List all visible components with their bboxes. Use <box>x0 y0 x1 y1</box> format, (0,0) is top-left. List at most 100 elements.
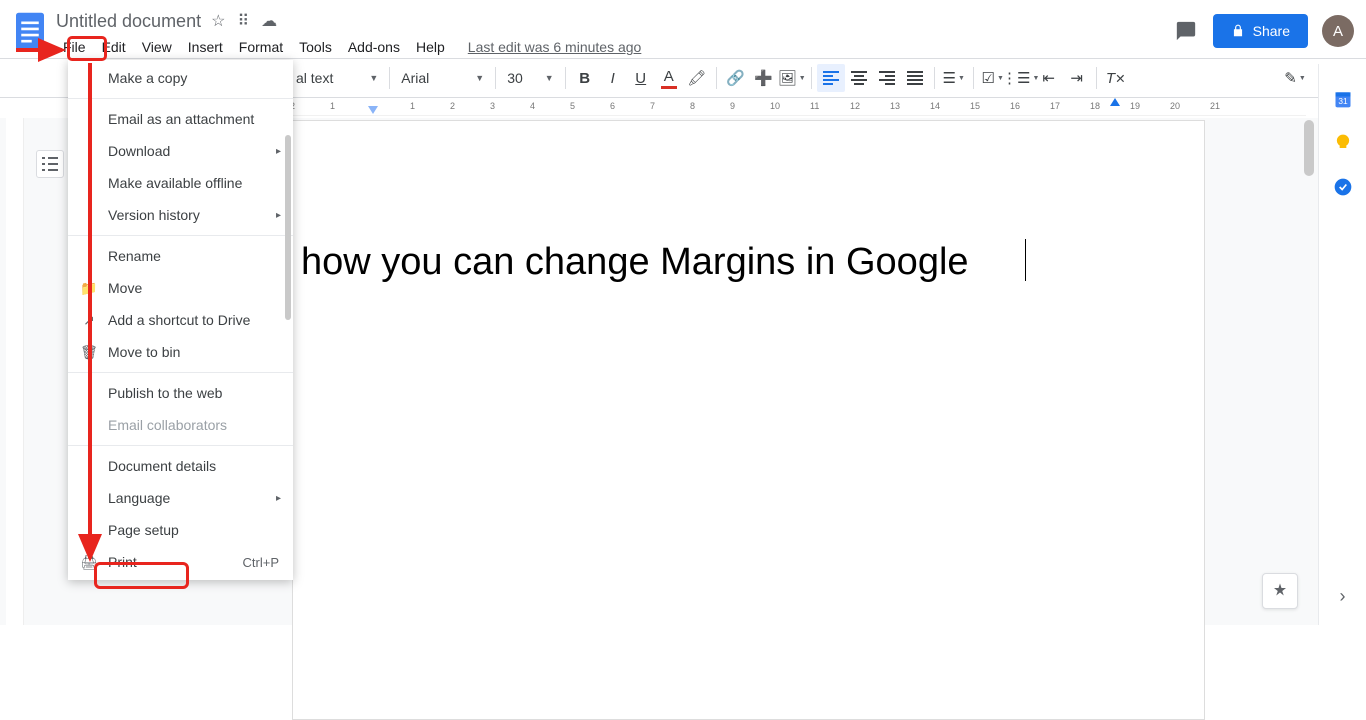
decrease-indent-button[interactable]: ⇤ <box>1035 64 1063 92</box>
docs-logo-icon[interactable] <box>12 8 48 56</box>
separator <box>973 67 974 89</box>
menu-shortcut: Ctrl+P <box>243 555 279 570</box>
bulleted-list-button[interactable]: ⋮☰ <box>1007 64 1035 92</box>
share-button[interactable]: Share <box>1213 14 1308 48</box>
header-right: Share A <box>1173 8 1354 48</box>
trash-icon: 🗑 <box>80 344 98 361</box>
separator <box>1096 67 1097 89</box>
keep-icon[interactable] <box>1332 132 1354 154</box>
align-left-button[interactable] <box>817 64 845 92</box>
file-menu-email-as-an-attachment[interactable]: Email as an attachment <box>68 103 293 135</box>
separator <box>565 67 566 89</box>
menu-separator <box>68 445 293 446</box>
menu-insert[interactable]: Insert <box>181 36 230 58</box>
submenu-arrow-icon: ▸ <box>276 210 281 221</box>
shortcut-icon: ↗ <box>80 312 98 329</box>
file-menu-language[interactable]: Language▸ <box>68 482 293 514</box>
file-menu-move-to-bin[interactable]: 🗑 Move to bin <box>68 336 293 368</box>
calendar-icon[interactable]: 31 <box>1332 88 1354 110</box>
separator <box>934 67 935 89</box>
text-cursor <box>1025 239 1026 281</box>
folder-icon: 📁 <box>80 280 98 297</box>
file-menu-rename[interactable]: Rename <box>68 240 293 272</box>
insert-image-button[interactable]: 🖼 <box>778 64 806 92</box>
file-menu-print[interactable]: 🖨PrintCtrl+P <box>68 546 293 578</box>
separator <box>389 67 390 89</box>
file-menu-make-available-offline[interactable]: Make available offline <box>68 167 293 199</box>
file-menu-move[interactable]: 📁 Move <box>68 272 293 304</box>
side-panel: 31 › <box>1318 64 1366 625</box>
menu-item-label: Move <box>108 280 142 296</box>
open-comments-icon[interactable] <box>1173 18 1199 44</box>
italic-button[interactable]: I <box>599 64 627 92</box>
move-icon[interactable]: ⠿ <box>237 11 249 31</box>
document-title[interactable]: Untitled document <box>56 11 201 32</box>
account-avatar[interactable]: A <box>1322 15 1354 47</box>
menu-file[interactable]: File <box>56 36 93 58</box>
last-edit-link[interactable]: Last edit was 6 minutes ago <box>468 39 642 55</box>
share-label: Share <box>1253 23 1290 39</box>
underline-button[interactable]: U <box>627 64 655 92</box>
file-menu-document-details[interactable]: Document details <box>68 450 293 482</box>
menu-separator <box>68 235 293 236</box>
highlight-button[interactable]: 🖍 <box>683 64 711 92</box>
editing-mode-button[interactable]: ✎ <box>1281 64 1309 92</box>
horizontal-ruler[interactable]: 21123456789101112131415161718192021 <box>290 98 1306 116</box>
separator <box>811 67 812 89</box>
star-icon[interactable]: ☆ <box>211 11 225 31</box>
menu-item-label: Add a shortcut to Drive <box>108 312 250 328</box>
menu-item-label: Make available offline <box>108 175 242 191</box>
explore-button[interactable] <box>1262 573 1298 609</box>
side-panel-collapse-icon[interactable]: › <box>1340 586 1346 607</box>
file-menu-publish-to-the-web[interactable]: Publish to the web <box>68 377 293 409</box>
insert-comment-button[interactable]: ➕ <box>750 64 778 92</box>
submenu-arrow-icon: ▸ <box>276 146 281 157</box>
file-menu-dropdown: Make a copyEmail as an attachmentDownloa… <box>68 60 293 580</box>
menu-separator <box>68 98 293 99</box>
menu-item-label: Move to bin <box>108 344 180 360</box>
document-page[interactable]: how you can change Margins in Google <box>292 120 1205 720</box>
file-menu-version-history[interactable]: Version history▸ <box>68 199 293 231</box>
submenu-arrow-icon: ▸ <box>276 493 281 504</box>
tasks-icon[interactable] <box>1332 176 1354 198</box>
menu-format[interactable]: Format <box>232 36 290 58</box>
document-outline-icon[interactable] <box>36 150 64 178</box>
menu-item-label: Download <box>108 143 170 159</box>
increase-indent-button[interactable]: ⇥ <box>1063 64 1091 92</box>
line-spacing-button[interactable]: ☰ <box>940 64 968 92</box>
align-center-button[interactable] <box>845 64 873 92</box>
text-color-button[interactable]: A <box>655 64 683 92</box>
app-header: Untitled document ☆ ⠿ ☁ File Edit View I… <box>0 0 1366 58</box>
align-justify-button[interactable] <box>901 64 929 92</box>
font-family-dropdown[interactable]: Arial▼ <box>395 66 490 90</box>
page-body-text[interactable]: how you can change Margins in Google <box>301 241 969 284</box>
paragraph-style-dropdown[interactable]: al text▼ <box>290 66 384 90</box>
bold-button[interactable]: B <box>571 64 599 92</box>
file-menu-add-a-shortcut-to-drive[interactable]: ↗ Add a shortcut to Drive <box>68 304 293 336</box>
file-menu-make-a-copy[interactable]: Make a copy <box>68 62 293 94</box>
cloud-status-icon[interactable]: ☁ <box>261 11 277 31</box>
font-size-input[interactable]: 30▼ <box>501 66 560 90</box>
align-right-button[interactable] <box>873 64 901 92</box>
menu-item-label: Email collaborators <box>108 417 227 433</box>
menu-item-label: Rename <box>108 248 161 264</box>
separator <box>716 67 717 89</box>
file-menu-email-collaborators: Email collaborators <box>68 409 293 441</box>
menu-separator <box>68 372 293 373</box>
menu-item-label: Page setup <box>108 522 179 538</box>
insert-link-button[interactable]: 🔗 <box>722 64 750 92</box>
menu-addons[interactable]: Add-ons <box>341 36 407 58</box>
file-menu-page-setup[interactable]: Page setup <box>68 514 293 546</box>
menu-help[interactable]: Help <box>409 36 452 58</box>
menu-item-label: Print <box>108 554 137 570</box>
title-block: Untitled document ☆ ⠿ ☁ File Edit View I… <box>56 8 1173 58</box>
vertical-scrollbar-thumb[interactable] <box>1304 120 1314 176</box>
vertical-ruler[interactable] <box>6 118 24 625</box>
menu-edit[interactable]: Edit <box>95 36 133 58</box>
lock-icon <box>1231 24 1245 38</box>
menu-tools[interactable]: Tools <box>292 36 339 58</box>
menu-view[interactable]: View <box>135 36 179 58</box>
menu-item-label: Make a copy <box>108 70 187 86</box>
file-menu-download[interactable]: Download ▸ <box>68 135 293 167</box>
clear-formatting-button[interactable]: T✕ <box>1102 64 1130 92</box>
